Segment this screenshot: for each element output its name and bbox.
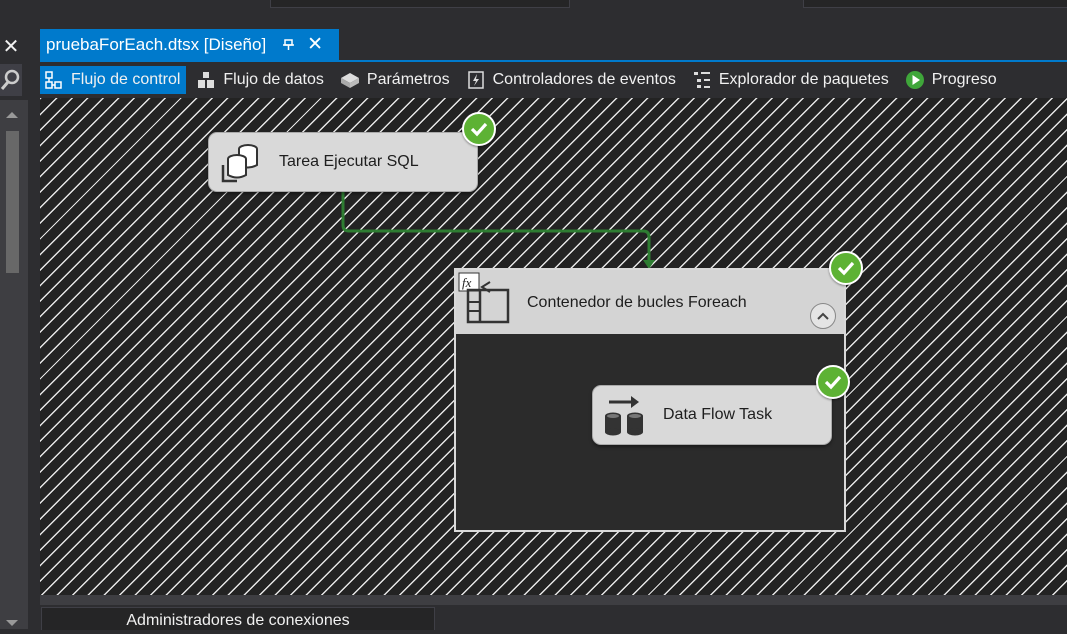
connection-managers-label: Administradores de conexiones xyxy=(126,612,350,629)
execute-sql-icon xyxy=(215,137,265,187)
foreach-container-icon: fx xyxy=(458,272,514,331)
data-flow-task-icon xyxy=(599,390,649,440)
success-check-icon xyxy=(829,251,863,285)
task-label: Data Flow Task xyxy=(663,406,773,423)
svg-text:fx: fx xyxy=(462,275,472,290)
success-check-icon xyxy=(816,365,850,399)
container-header[interactable]: fx Contenedor de bucles Foreach xyxy=(456,270,844,334)
chevron-up-icon[interactable] xyxy=(810,303,836,329)
task-label: Tarea Ejecutar SQL xyxy=(279,153,419,170)
task-execute-sql[interactable]: Tarea Ejecutar SQL xyxy=(208,132,478,192)
container-title: Contenedor de bucles Foreach xyxy=(527,294,747,311)
task-data-flow[interactable]: Data Flow Task xyxy=(592,385,832,445)
horizontal-scrollbar[interactable] xyxy=(40,595,1067,605)
success-check-icon xyxy=(462,112,496,146)
connection-managers-tab[interactable]: Administradores de conexiones xyxy=(41,607,435,630)
